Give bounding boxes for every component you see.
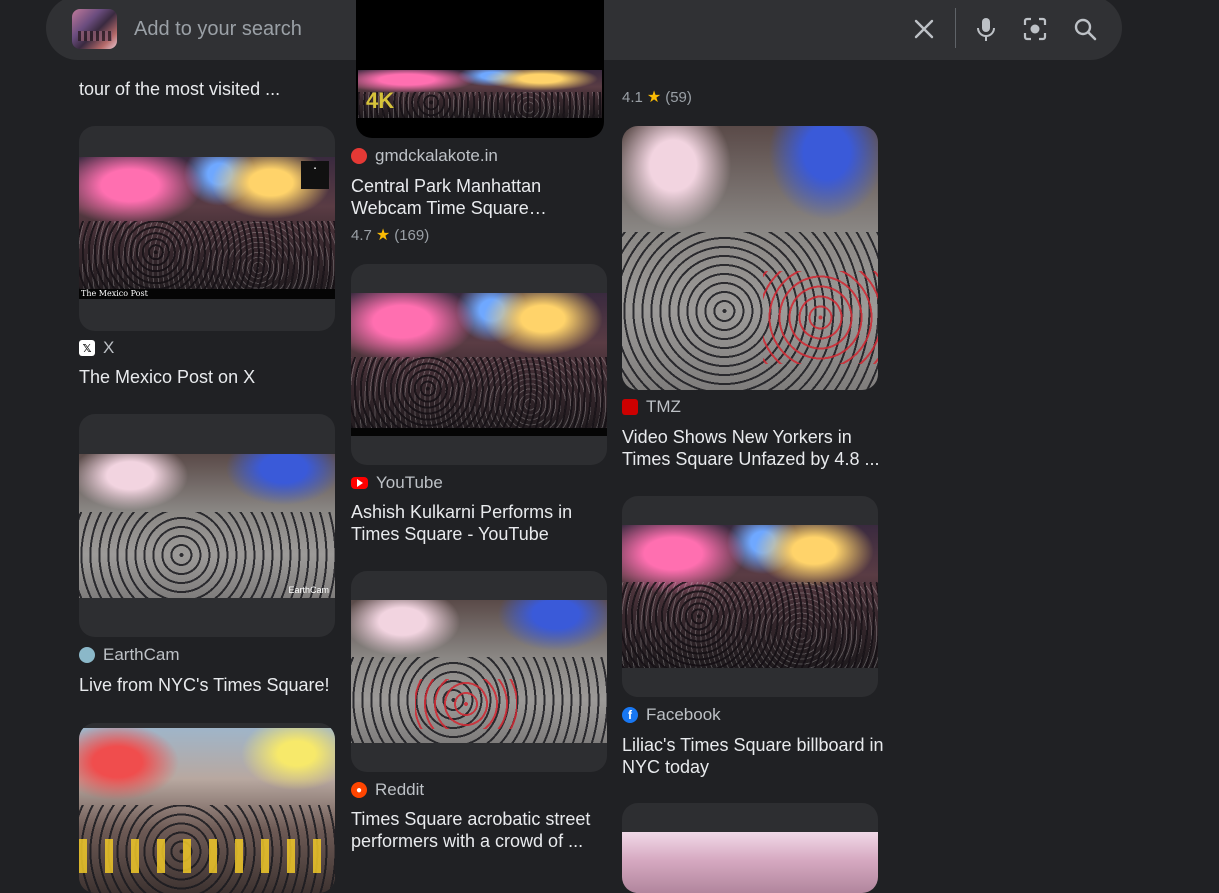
photo xyxy=(351,293,607,436)
result-source[interactable]: EarthCam xyxy=(79,645,180,665)
result-image[interactable]: 4K xyxy=(356,0,604,138)
result-title[interactable]: Times Square acrobatic street performers… xyxy=(351,808,616,852)
photo xyxy=(622,525,878,668)
search-image-thumbnail[interactable] xyxy=(72,9,117,49)
result-rating: 4.7 ★ (169) xyxy=(351,226,430,245)
watermark: The Mexico Post xyxy=(79,289,335,299)
result-image[interactable] xyxy=(622,496,878,697)
result-title[interactable]: Live from NYC's Times Square! xyxy=(79,674,344,696)
close-icon[interactable] xyxy=(907,12,941,46)
result-rating: 4.1 ★ (59) xyxy=(622,88,692,107)
result-title[interactable]: Central Park Manhattan Webcam Time Squar… xyxy=(351,175,616,219)
reddit-icon: ● xyxy=(351,782,367,798)
photo xyxy=(79,728,335,893)
photo: ▪ The Mexico Post xyxy=(79,157,335,299)
earthcam-icon xyxy=(79,647,95,663)
result-source[interactable]: TMZ xyxy=(622,397,681,417)
photo: EarthCam xyxy=(79,454,335,598)
result-image[interactable]: EarthCam xyxy=(79,414,335,637)
result-image[interactable] xyxy=(622,126,878,390)
x-logo-icon: 𝕏 xyxy=(79,340,95,356)
result-image[interactable] xyxy=(622,803,878,893)
youtube-icon xyxy=(351,477,368,489)
logo: ▪ xyxy=(301,161,329,189)
photo: 4K xyxy=(358,70,602,118)
result-title[interactable]: tour of the most visited ... xyxy=(79,78,280,100)
result-source[interactable]: 𝕏 X xyxy=(79,338,114,358)
result-title[interactable]: Liliac's Times Square billboard in NYC t… xyxy=(622,734,887,778)
search-divider xyxy=(955,8,956,48)
result-title[interactable]: The Mexico Post on X xyxy=(79,366,344,388)
result-source[interactable]: f Facebook xyxy=(622,705,721,725)
photo xyxy=(622,832,878,893)
result-source[interactable]: gmdckalakote.in xyxy=(351,146,498,166)
result-image[interactable] xyxy=(351,264,607,465)
watermark: EarthCam xyxy=(288,585,329,595)
facebook-icon: f xyxy=(622,707,638,723)
result-image[interactable] xyxy=(79,723,335,893)
search-icon[interactable] xyxy=(1068,12,1102,46)
result-source[interactable]: ● Reddit xyxy=(351,780,424,800)
badge: 4K xyxy=(366,88,395,113)
star-icon: ★ xyxy=(375,227,391,244)
result-source[interactable]: YouTube xyxy=(351,473,443,493)
lens-icon[interactable] xyxy=(1018,12,1052,46)
result-title[interactable]: Ashish Kulkarni Performs in Times Square… xyxy=(351,501,616,545)
star-icon: ★ xyxy=(646,89,662,106)
result-title[interactable]: Video Shows New Yorkers in Times Square … xyxy=(622,426,887,470)
site-icon xyxy=(351,148,367,164)
photo xyxy=(351,600,607,743)
result-image[interactable] xyxy=(351,571,607,772)
photo xyxy=(622,126,878,390)
microphone-icon[interactable] xyxy=(969,12,1003,46)
tmz-icon xyxy=(622,399,638,415)
result-image[interactable]: ▪ The Mexico Post xyxy=(79,126,335,331)
